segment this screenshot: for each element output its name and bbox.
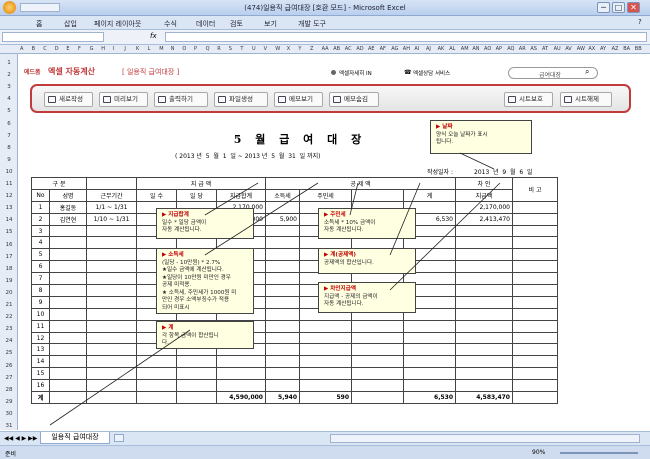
zoom-slider[interactable] — [560, 452, 638, 454]
sheet-tab[interactable]: 일용직 급여대장 — [40, 432, 110, 444]
zoom-level: 90% — [532, 449, 546, 456]
horizontal-scrollbar[interactable] — [330, 434, 640, 443]
status-bar: 준비 90% — [0, 445, 650, 459]
tab-nav-icon[interactable]: ◀◀ ◀ ▶ ▶▶ — [4, 435, 37, 442]
new-sheet-icon[interactable] — [114, 434, 124, 442]
note-arrows — [49, 152, 501, 426]
status-ready: 준비 — [5, 451, 17, 458]
sheet-tab-bar: ◀◀ ◀ ▶ ▶▶ 일용직 급여대장 — [0, 431, 650, 445]
